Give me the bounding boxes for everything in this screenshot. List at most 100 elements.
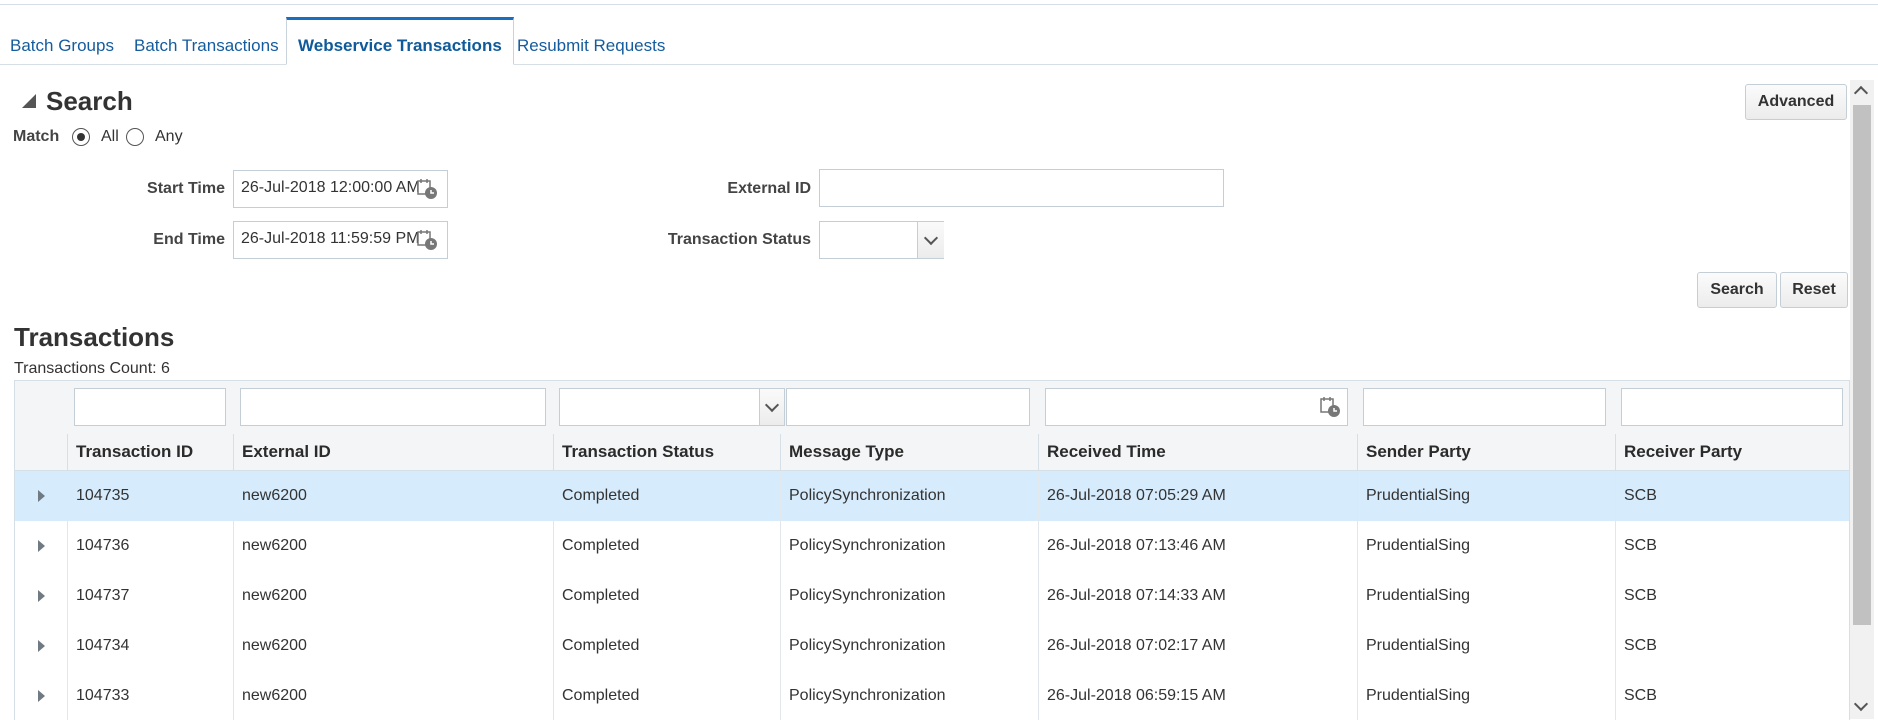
- expand-row-button[interactable]: [15, 521, 67, 571]
- end-time-label: End Time: [153, 231, 225, 248]
- header-row: Transaction ID External ID Transaction S…: [15, 434, 1849, 471]
- start-time-label: Start Time: [147, 180, 225, 197]
- vertical-scrollbar[interactable]: [1850, 80, 1874, 719]
- tab-bar: Batch Groups Batch Transactions Webservi…: [0, 17, 1878, 65]
- transactions-title: Transactions: [14, 322, 175, 352]
- table-row[interactable]: 104734 new6200 Completed PolicySynchroni…: [15, 621, 1849, 672]
- external-id-input[interactable]: [819, 169, 1224, 207]
- cell-transaction-id: 104733: [67, 671, 233, 720]
- column-header-external-id[interactable]: External ID: [233, 434, 553, 470]
- table-row[interactable]: 104733 new6200 Completed PolicySynchroni…: [15, 671, 1849, 720]
- search-button[interactable]: Search: [1697, 272, 1777, 308]
- reset-button[interactable]: Reset: [1780, 272, 1848, 308]
- column-header-receiver-party[interactable]: Receiver Party: [1615, 434, 1849, 470]
- filter-sender-party[interactable]: [1363, 388, 1606, 426]
- transaction-status-label: Transaction Status: [667, 231, 811, 248]
- filter-receiver-party[interactable]: [1621, 388, 1843, 426]
- column-header-received-time[interactable]: Received Time: [1038, 434, 1357, 470]
- tab-resubmit-requests[interactable]: Resubmit Requests: [517, 18, 665, 64]
- advanced-button[interactable]: Advanced: [1745, 84, 1847, 120]
- cell-message-type: PolicySynchronization: [780, 571, 1038, 621]
- match-any-label: Any: [155, 128, 183, 145]
- triangle-down-icon[interactable]: [22, 94, 36, 108]
- status-dropdown-button[interactable]: [917, 222, 944, 258]
- search-section-title: Search: [46, 86, 133, 117]
- cell-receiver-party: SCB: [1615, 671, 1849, 720]
- cell-status: Completed: [553, 471, 780, 521]
- expand-row-button[interactable]: [15, 571, 67, 621]
- cell-sender-party: PrudentialSing: [1357, 571, 1615, 621]
- filter-row: [15, 381, 1849, 435]
- cell-sender-party: PrudentialSing: [1357, 621, 1615, 671]
- cell-receiver-party: SCB: [1615, 621, 1849, 671]
- calendar-clock-icon[interactable]: [416, 229, 438, 251]
- cell-external-id: new6200: [233, 521, 553, 571]
- column-header-message-type[interactable]: Message Type: [780, 434, 1038, 470]
- tab-batch-transactions[interactable]: Batch Transactions: [134, 18, 279, 64]
- cell-external-id: new6200: [233, 571, 553, 621]
- cell-status: Completed: [553, 671, 780, 720]
- cell-received-time: 26-Jul-2018 07:14:33 AM: [1038, 571, 1357, 621]
- cell-receiver-party: SCB: [1615, 571, 1849, 621]
- calendar-clock-icon[interactable]: [1319, 396, 1341, 418]
- cell-received-time: 26-Jul-2018 06:59:15 AM: [1038, 671, 1357, 720]
- cell-sender-party: PrudentialSing: [1357, 671, 1615, 720]
- external-id-label: External ID: [727, 180, 811, 197]
- chevron-down-icon: [923, 230, 939, 246]
- scroll-down-icon[interactable]: [1853, 696, 1869, 712]
- cell-receiver-party: SCB: [1615, 521, 1849, 571]
- triangle-right-icon: [38, 590, 45, 602]
- scrollbar-thumb[interactable]: [1853, 105, 1871, 625]
- transactions-count: Transactions Count: 6: [14, 360, 170, 377]
- expand-row-button[interactable]: [15, 471, 67, 521]
- column-header-sender-party[interactable]: Sender Party: [1357, 434, 1615, 470]
- calendar-clock-icon[interactable]: [416, 178, 438, 200]
- cell-message-type: PolicySynchronization: [780, 521, 1038, 571]
- cell-receiver-party: SCB: [1615, 471, 1849, 521]
- cell-external-id: new6200: [233, 621, 553, 671]
- filter-status-dropdown[interactable]: [759, 389, 784, 425]
- triangle-right-icon: [38, 690, 45, 702]
- table-row[interactable]: 104737 new6200 Completed PolicySynchroni…: [15, 571, 1849, 622]
- cell-status: Completed: [553, 621, 780, 671]
- table-row[interactable]: 104736 new6200 Completed PolicySynchroni…: [15, 521, 1849, 572]
- tab-batch-groups[interactable]: Batch Groups: [10, 18, 114, 64]
- search-title-text: Search: [46, 86, 133, 116]
- cell-message-type: PolicySynchronization: [780, 671, 1038, 720]
- cell-transaction-id: 104736: [67, 521, 233, 571]
- cell-external-id: new6200: [233, 671, 553, 720]
- cell-transaction-id: 104734: [67, 621, 233, 671]
- cell-transaction-id: 104737: [67, 571, 233, 621]
- triangle-right-icon: [38, 640, 45, 652]
- column-header-transaction-id[interactable]: Transaction ID: [67, 434, 233, 470]
- match-all-radio[interactable]: [72, 128, 90, 146]
- match-all-label: All: [101, 128, 119, 145]
- filter-external-id[interactable]: [240, 388, 546, 426]
- cell-received-time: 26-Jul-2018 07:02:17 AM: [1038, 621, 1357, 671]
- match-any-radio[interactable]: [126, 128, 144, 146]
- triangle-right-icon: [38, 490, 45, 502]
- filter-transaction-id[interactable]: [74, 388, 226, 426]
- expand-row-button[interactable]: [15, 621, 67, 671]
- cell-status: Completed: [553, 521, 780, 571]
- chevron-down-icon: [764, 397, 780, 413]
- scroll-up-icon[interactable]: [1853, 85, 1869, 101]
- cell-external-id: new6200: [233, 471, 553, 521]
- filter-message-type[interactable]: [786, 388, 1030, 426]
- cell-sender-party: PrudentialSing: [1357, 521, 1615, 571]
- top-divider: [0, 0, 1878, 5]
- triangle-right-icon: [38, 540, 45, 552]
- filter-transaction-status[interactable]: [559, 388, 785, 426]
- cell-sender-party: PrudentialSing: [1357, 471, 1615, 521]
- column-header-transaction-status[interactable]: Transaction Status: [553, 434, 780, 470]
- cell-transaction-id: 104735: [67, 471, 233, 521]
- filter-received-time[interactable]: [1045, 388, 1348, 426]
- match-label: Match: [13, 128, 60, 145]
- expand-row-button[interactable]: [15, 671, 67, 720]
- cell-status: Completed: [553, 571, 780, 621]
- cell-received-time: 26-Jul-2018 07:05:29 AM: [1038, 471, 1357, 521]
- cell-received-time: 26-Jul-2018 07:13:46 AM: [1038, 521, 1357, 571]
- table-row[interactable]: 104735 new6200 Completed PolicySynchroni…: [15, 471, 1849, 522]
- tab-webservice-transactions[interactable]: Webservice Transactions: [286, 17, 514, 65]
- cell-message-type: PolicySynchronization: [780, 621, 1038, 671]
